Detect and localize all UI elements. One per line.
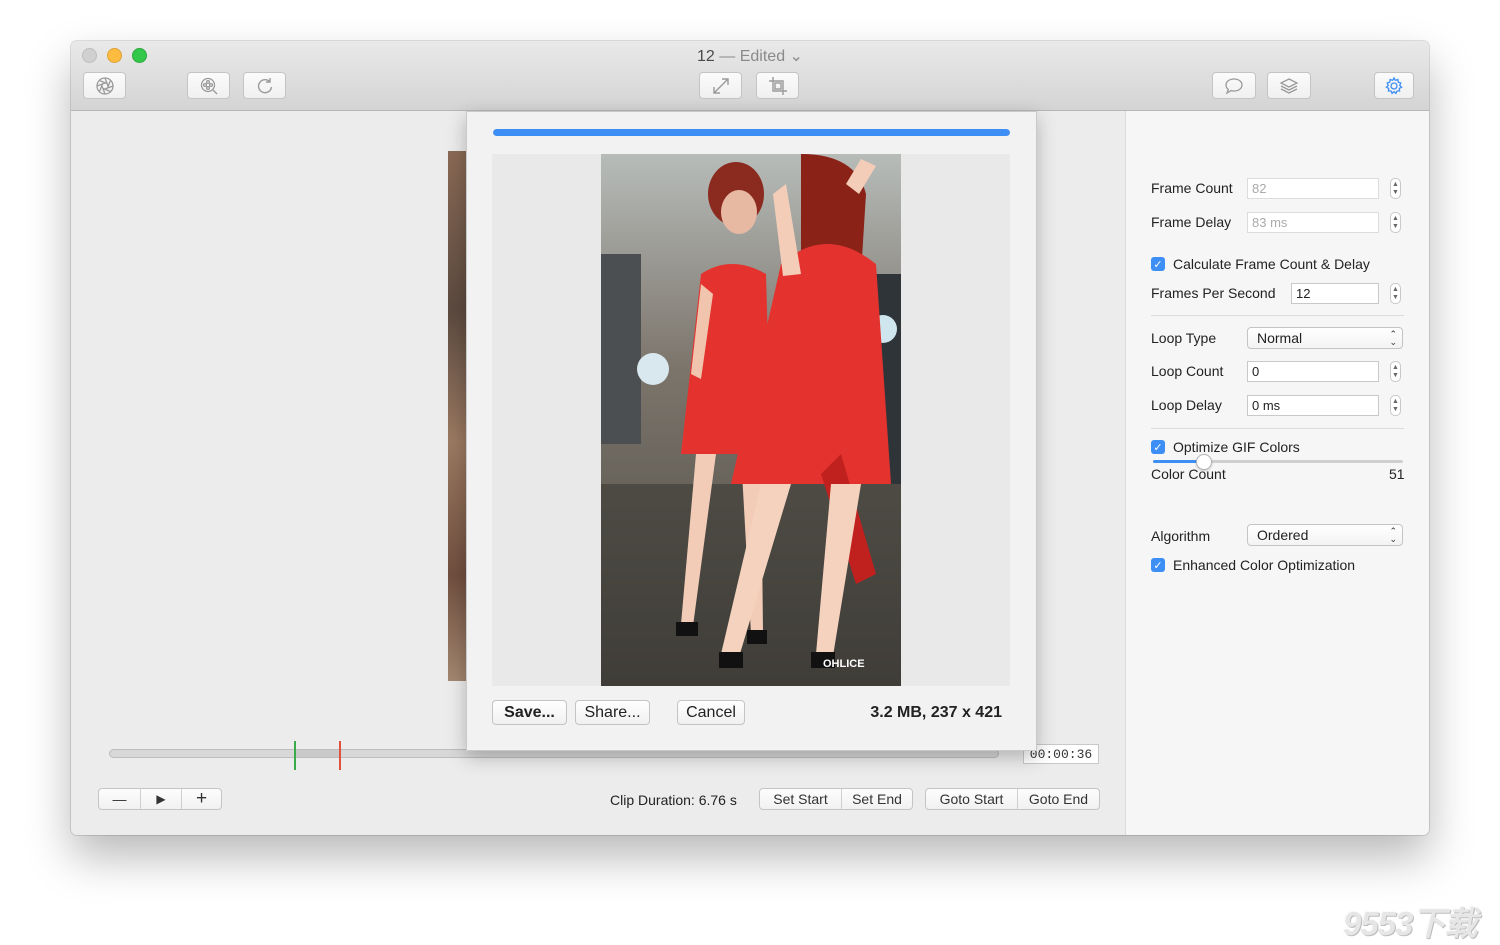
playback-controls: — ▶ + xyxy=(98,788,222,810)
popup-arrows-icon: ⌃ ⌄ xyxy=(1389,329,1397,347)
fps-label: Frames Per Second xyxy=(1151,285,1276,301)
resize-icon xyxy=(712,77,729,94)
algorithm-label: Algorithm xyxy=(1151,528,1211,544)
checkmark-icon: ✓ xyxy=(1151,558,1165,572)
set-range-controls: Set Start Set End xyxy=(759,788,913,810)
loop-count-stepper[interactable]: ▲ ▼ xyxy=(1390,361,1401,382)
watermark-logo: 9553下载 xyxy=(1343,905,1477,942)
play-button[interactable]: ▶ xyxy=(141,789,182,809)
loop-type-popup[interactable]: Normal ⌃ ⌄ xyxy=(1247,327,1403,349)
rotate-button[interactable] xyxy=(243,72,286,99)
edited-status: — Edited xyxy=(719,48,786,65)
frame-count-stepper: ▲ ▼ xyxy=(1390,178,1401,199)
aperture-button[interactable] xyxy=(83,72,126,99)
goto-start-button[interactable]: Goto Start xyxy=(926,789,1018,809)
film-search-button[interactable] xyxy=(187,72,230,99)
frame-delay-stepper: ▲ ▼ xyxy=(1390,212,1401,233)
progress-fill xyxy=(493,129,1010,136)
checkmark-icon: ✓ xyxy=(1151,440,1165,454)
loop-delay-field[interactable]: 0 ms xyxy=(1247,395,1379,416)
comment-button[interactable] xyxy=(1212,72,1256,99)
share-button[interactable]: Share... xyxy=(575,700,650,725)
settings-panel: Frame Count 82 ▲ ▼ Frame Delay 83 ms ▲ ▼ ✓… xyxy=(1125,111,1429,835)
settings-button[interactable] xyxy=(1374,72,1414,99)
start-marker[interactable] xyxy=(294,741,296,770)
crop-button[interactable] xyxy=(756,72,799,99)
export-sheet: OHLICE Save... Share... Cancel 3.2 MB, 2… xyxy=(466,111,1037,751)
export-progress-bar xyxy=(493,129,1010,136)
clip-range xyxy=(294,750,339,757)
titlebar: 12 — Edited ⌄ xyxy=(71,41,1429,111)
enhanced-color-label: Enhanced Color Optimization xyxy=(1173,557,1356,573)
optimize-gif-label: Optimize GIF Colors xyxy=(1173,439,1300,455)
fps-field[interactable]: 12 xyxy=(1291,283,1379,304)
title-chevron-icon: ⌄ xyxy=(789,48,803,65)
algorithm-popup[interactable]: Ordered ⌃ ⌄ xyxy=(1247,524,1403,546)
save-button[interactable]: Save... xyxy=(492,700,567,725)
gear-icon xyxy=(1385,76,1403,94)
performer-photo: OHLICE xyxy=(601,154,901,686)
color-count-label: Color Count xyxy=(1151,466,1226,482)
loop-type-label: Loop Type xyxy=(1151,330,1217,346)
zoom-in-button[interactable]: + xyxy=(182,788,221,809)
loop-delay-label: Loop Delay xyxy=(1151,397,1222,413)
resize-button[interactable] xyxy=(699,72,742,99)
layers-button[interactable] xyxy=(1267,72,1311,99)
loop-delay-stepper[interactable]: ▲ ▼ xyxy=(1390,395,1401,416)
calculate-frame-checkbox[interactable]: ✓ Calculate Frame Count & Delay xyxy=(1151,256,1370,272)
preview-image: OHLICE xyxy=(601,154,901,686)
speech-bubble-icon xyxy=(1225,77,1243,94)
fps-stepper[interactable]: ▲ ▼ xyxy=(1390,283,1401,304)
color-count-value: 51 xyxy=(1389,466,1405,482)
set-end-button[interactable]: Set End xyxy=(842,789,912,809)
optimize-gif-checkbox[interactable]: ✓ Optimize GIF Colors xyxy=(1151,439,1300,455)
divider xyxy=(1151,315,1404,316)
color-count-slider[interactable] xyxy=(1153,454,1403,470)
loop-count-field[interactable]: 0 xyxy=(1247,361,1379,382)
clip-duration: Clip Duration: 6.76 s xyxy=(610,792,737,808)
end-marker[interactable] xyxy=(339,741,341,770)
popup-arrows-icon: ⌃ ⌄ xyxy=(1389,526,1397,544)
gif-preview: OHLICE xyxy=(492,154,1010,686)
frame-count-label: Frame Count xyxy=(1151,180,1233,196)
background-frame-preview xyxy=(448,151,468,681)
set-start-button[interactable]: Set Start xyxy=(760,789,842,809)
goto-end-button[interactable]: Goto End xyxy=(1018,789,1099,809)
loop-type-value: Normal xyxy=(1257,330,1303,346)
document-name: 12 xyxy=(697,48,715,65)
enhanced-color-checkbox[interactable]: ✓ Enhanced Color Optimization xyxy=(1151,557,1355,573)
zoom-out-button[interactable]: — xyxy=(99,789,141,809)
cancel-button[interactable]: Cancel xyxy=(677,700,745,725)
divider xyxy=(1151,428,1404,429)
checkmark-icon: ✓ xyxy=(1151,257,1165,271)
window-title[interactable]: 12 — Edited ⌄ xyxy=(71,46,1429,66)
frame-count-field: 82 xyxy=(1247,178,1379,199)
loop-count-label: Loop Count xyxy=(1151,363,1224,379)
calculate-frame-label: Calculate Frame Count & Delay xyxy=(1173,256,1370,272)
frame-delay-field: 83 ms xyxy=(1247,212,1379,233)
crop-icon xyxy=(768,76,787,95)
frame-delay-label: Frame Delay xyxy=(1151,214,1232,230)
film-search-icon xyxy=(200,77,217,94)
photo-caption: OHLICE xyxy=(823,658,865,670)
algorithm-value: Ordered xyxy=(1257,527,1309,543)
slider-knob[interactable] xyxy=(1196,454,1212,470)
layers-icon xyxy=(1279,77,1299,94)
aperture-icon xyxy=(95,76,114,95)
rotate-icon xyxy=(257,77,272,93)
goto-controls: Goto Start Goto End xyxy=(925,788,1100,810)
file-info: 3.2 MB, 237 x 421 xyxy=(870,703,1002,721)
